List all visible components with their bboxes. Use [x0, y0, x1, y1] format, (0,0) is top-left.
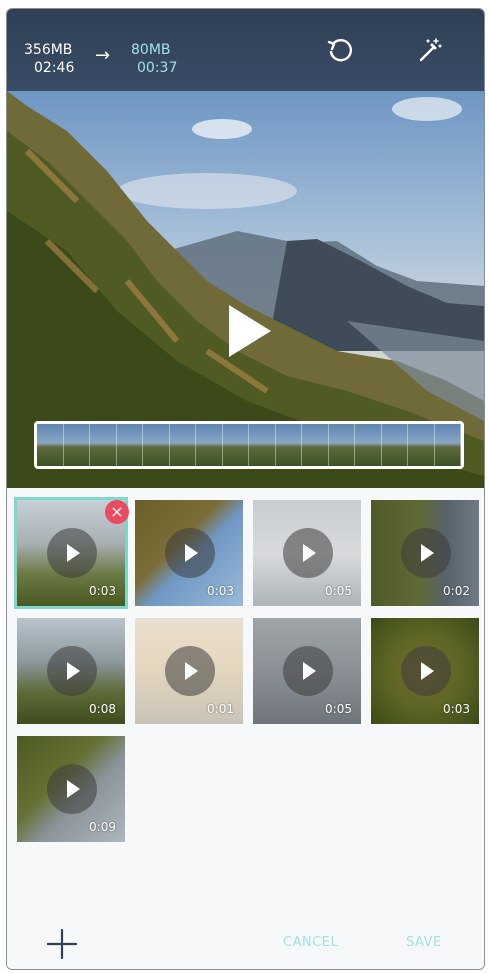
clip-duration: 0:02 [443, 584, 470, 598]
play-icon[interactable] [165, 528, 215, 578]
clip-thumbnail[interactable]: 0:05 [253, 500, 361, 606]
clip-duration: 0:01 [207, 702, 234, 716]
timeline-frame [249, 424, 276, 466]
clip-thumbnail[interactable]: 0:03 [371, 618, 479, 724]
new-size: 80MB [131, 42, 171, 58]
plus-icon [46, 928, 78, 960]
original-info: 356MB 02:46 [24, 41, 74, 77]
original-size: 356MB [24, 42, 73, 58]
timeline-frame [143, 424, 170, 466]
clip-duration: 0:03 [443, 702, 470, 716]
phone-screen: 356MB 02:46 → 80MB 00:37 0:03 0:03 0:05 … [6, 8, 485, 970]
editor-toolbar: 356MB 02:46 → 80MB 00:37 [7, 9, 484, 91]
clip-duration: 0:03 [207, 584, 234, 598]
clip-duration: 0:03 [89, 584, 116, 598]
clip-thumbnail[interactable]: 0:02 [371, 500, 479, 606]
clip-duration: 0:05 [325, 702, 352, 716]
timeline-frame [90, 424, 117, 466]
clip-duration: 0:05 [325, 584, 352, 598]
play-icon[interactable] [401, 528, 451, 578]
clip-duration: 0:08 [89, 702, 116, 716]
arrow-right-icon: → [95, 45, 111, 66]
clip-thumbnail[interactable]: 0:01 [135, 618, 243, 724]
timeline-frame [196, 424, 223, 466]
timeline-frame [302, 424, 329, 466]
play-icon[interactable] [283, 528, 333, 578]
play-icon[interactable] [283, 646, 333, 696]
play-icon[interactable] [401, 646, 451, 696]
clip-duration: 0:09 [89, 820, 116, 834]
play-icon[interactable] [229, 305, 271, 357]
clip-grid: 0:03 0:03 0:05 0:02 0:08 0:01 0:05 0:03 … [7, 488, 484, 889]
original-time: 02:46 [34, 60, 75, 76]
timeline-frame [63, 424, 90, 466]
timeline-frame [275, 424, 302, 466]
clip-thumbnail[interactable]: 0:03 [135, 500, 243, 606]
reset-button[interactable] [322, 33, 358, 69]
auto-edit-button[interactable] [411, 33, 447, 69]
play-icon[interactable] [47, 528, 97, 578]
save-button[interactable]: SAVE [406, 935, 442, 950]
timeline-frame [222, 424, 249, 466]
play-icon[interactable] [47, 764, 97, 814]
timeline-frame [37, 424, 64, 466]
delete-clip-button[interactable]: × [105, 500, 129, 524]
play-icon[interactable] [47, 646, 97, 696]
timeline-frame [169, 424, 196, 466]
bottom-bar: CANCEL SAVE [7, 889, 484, 969]
add-clip-button[interactable] [45, 927, 79, 961]
timeline-frame [116, 424, 143, 466]
new-time: 00:37 [137, 60, 178, 76]
clip-thumbnail[interactable]: 0:08 [17, 618, 125, 724]
clip-thumbnail[interactable]: 0:09 [17, 736, 125, 842]
clip-thumbnail[interactable]: 0:05 [253, 618, 361, 724]
close-icon: × [110, 502, 124, 521]
rotate-ccw-icon [327, 39, 352, 62]
timeline-frame [434, 424, 461, 466]
timeline-frame [408, 424, 435, 466]
play-icon[interactable] [165, 646, 215, 696]
new-info: 80MB 00:37 [131, 41, 177, 77]
timeline-frame [381, 424, 408, 466]
timeline-frame [328, 424, 355, 466]
timeline-frame [355, 424, 382, 466]
timeline-filmstrip[interactable] [34, 421, 464, 469]
cancel-button[interactable]: CANCEL [283, 935, 338, 950]
magic-wand-icon [419, 38, 442, 62]
